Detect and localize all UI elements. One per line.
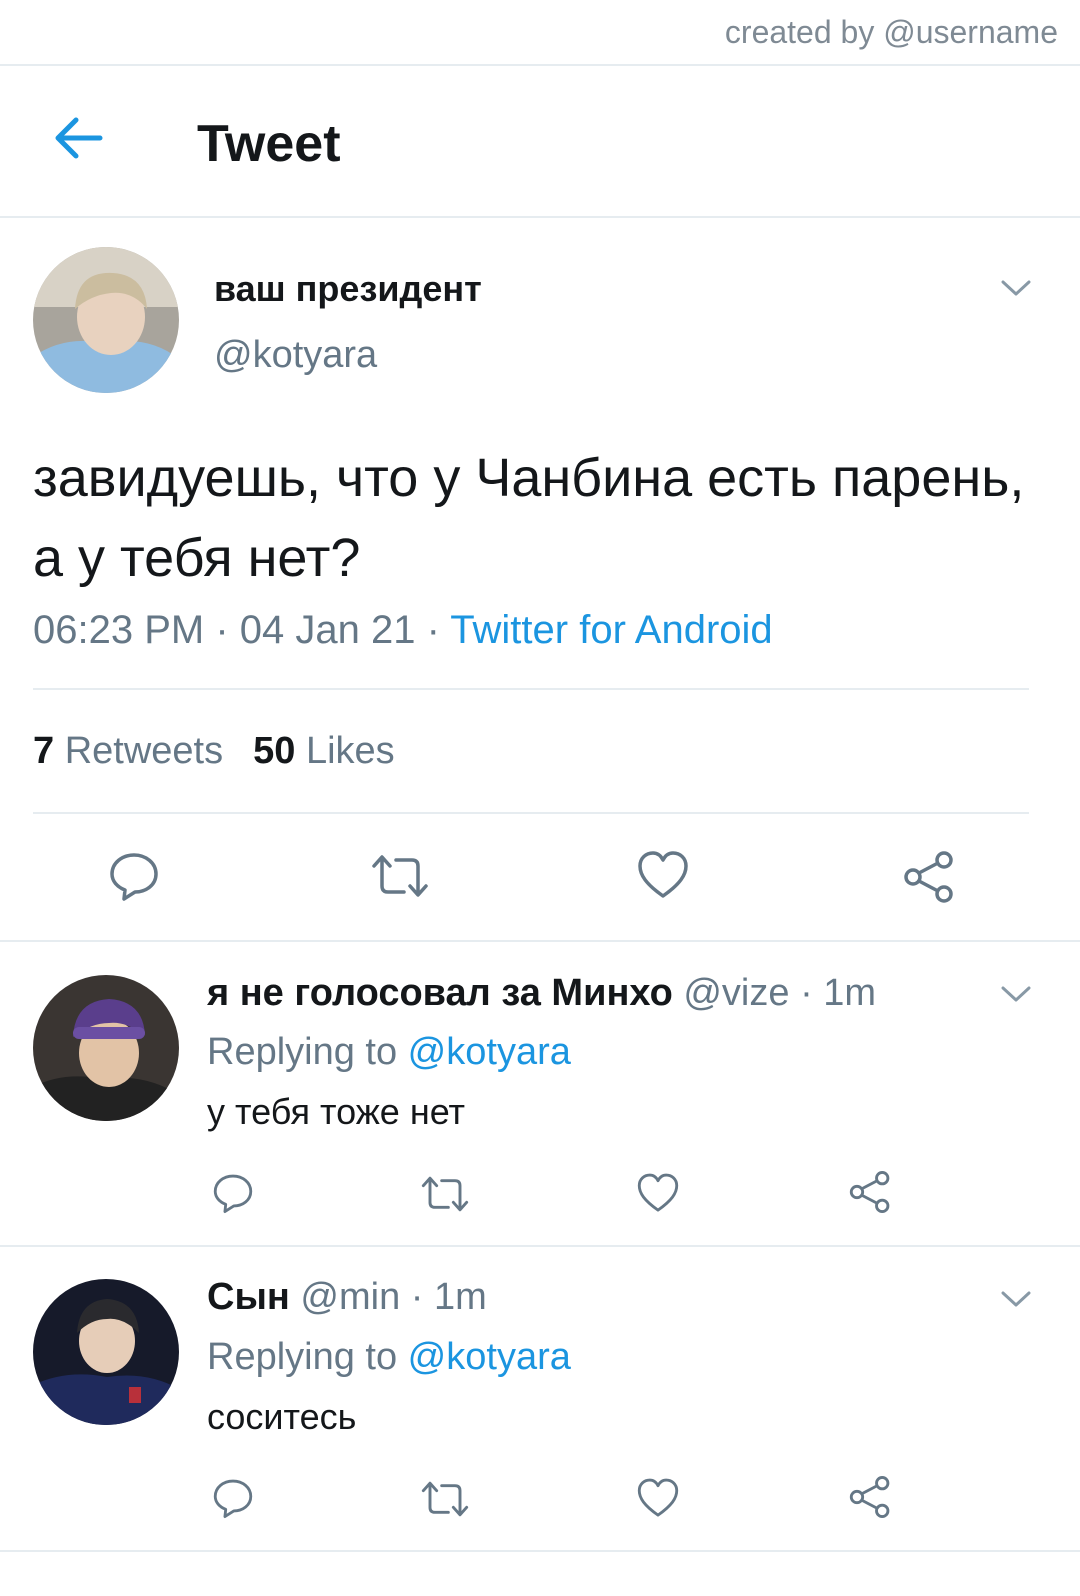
mention-link[interactable]: @kotyara <box>408 1031 571 1073</box>
display-name[interactable]: я не голосовал за Минхо <box>207 972 673 1014</box>
chevron-down-icon[interactable] <box>999 983 1033 1005</box>
divider <box>0 216 1080 218</box>
replying-prefix: Replying to <box>207 1336 408 1378</box>
page-title: Tweet <box>197 115 341 173</box>
reply-age: 1m <box>823 972 877 1014</box>
replying-to: Replying to @kotyara <box>207 1031 571 1074</box>
chevron-down-icon[interactable] <box>999 1288 1033 1310</box>
tweet-date: 04 Jan 21 <box>239 608 416 652</box>
reply-icon[interactable] <box>212 1477 254 1519</box>
handle[interactable]: @vize <box>683 972 789 1014</box>
reply-text: у тебя тоже нет <box>207 1091 466 1132</box>
divider <box>0 1550 1080 1552</box>
share-icon[interactable] <box>848 1170 892 1214</box>
divider <box>0 1245 1080 1247</box>
retweets-label: Retweets <box>64 730 224 772</box>
mention-link[interactable]: @kotyara <box>408 1336 571 1378</box>
reply-header: я не голосовал за Минхо @vize · 1m <box>207 972 876 1015</box>
separator: · <box>204 608 240 652</box>
reply-age: 1m <box>434 1276 487 1318</box>
replying-to: Replying to @kotyara <box>207 1336 571 1379</box>
arrow-left-icon[interactable] <box>48 108 108 168</box>
handle[interactable]: @min <box>300 1276 400 1318</box>
tweet-text: завидуешь, что у Чанбина есть парень, а … <box>33 448 1025 588</box>
tweet-stats: 7 Retweets 50 Likes <box>33 730 395 773</box>
reply-icon[interactable] <box>108 850 160 902</box>
separator: · <box>789 972 824 1014</box>
retweet-icon[interactable] <box>420 1174 470 1214</box>
heart-icon[interactable] <box>636 1172 680 1214</box>
divider <box>0 64 1080 66</box>
retweets-count: 7 <box>33 730 55 772</box>
tweet-time: 06:23 PM <box>33 608 205 652</box>
top-bar: Tweet <box>0 68 1080 220</box>
separator: · <box>415 608 451 652</box>
heart-icon[interactable] <box>636 1477 680 1519</box>
retweet-icon[interactable] <box>370 852 430 900</box>
reply-text: соситесь <box>207 1396 357 1437</box>
retweets-stat[interactable]: 7 Retweets <box>33 730 223 772</box>
tweet-meta: 06:23 PM · 04 Jan 21 · Twitter for Andro… <box>33 608 773 653</box>
retweet-icon[interactable] <box>420 1479 470 1519</box>
display-name[interactable]: Сын <box>207 1276 290 1318</box>
likes-stat[interactable]: 50 Likes <box>253 730 395 772</box>
likes-count: 50 <box>253 730 296 772</box>
avatar[interactable] <box>33 247 179 393</box>
divider <box>0 940 1080 942</box>
share-icon[interactable] <box>902 850 956 904</box>
replying-prefix: Replying to <box>207 1031 408 1073</box>
avatar[interactable] <box>33 975 179 1121</box>
divider <box>33 688 1029 690</box>
likes-label: Likes <box>305 730 395 772</box>
watermark: created by @username <box>724 14 1058 50</box>
display-name[interactable]: ваш президент <box>214 268 482 310</box>
handle[interactable]: @kotyara <box>214 334 377 377</box>
divider <box>33 812 1029 814</box>
reply-icon[interactable] <box>212 1172 254 1214</box>
tweet-source-link[interactable]: Twitter for Android <box>450 608 772 652</box>
share-icon[interactable] <box>848 1475 892 1519</box>
chevron-down-icon[interactable] <box>999 277 1033 299</box>
reply-header: Сын @min · 1m <box>207 1276 487 1319</box>
separator: · <box>400 1276 435 1318</box>
avatar[interactable] <box>33 1279 179 1425</box>
heart-icon[interactable] <box>636 850 690 900</box>
